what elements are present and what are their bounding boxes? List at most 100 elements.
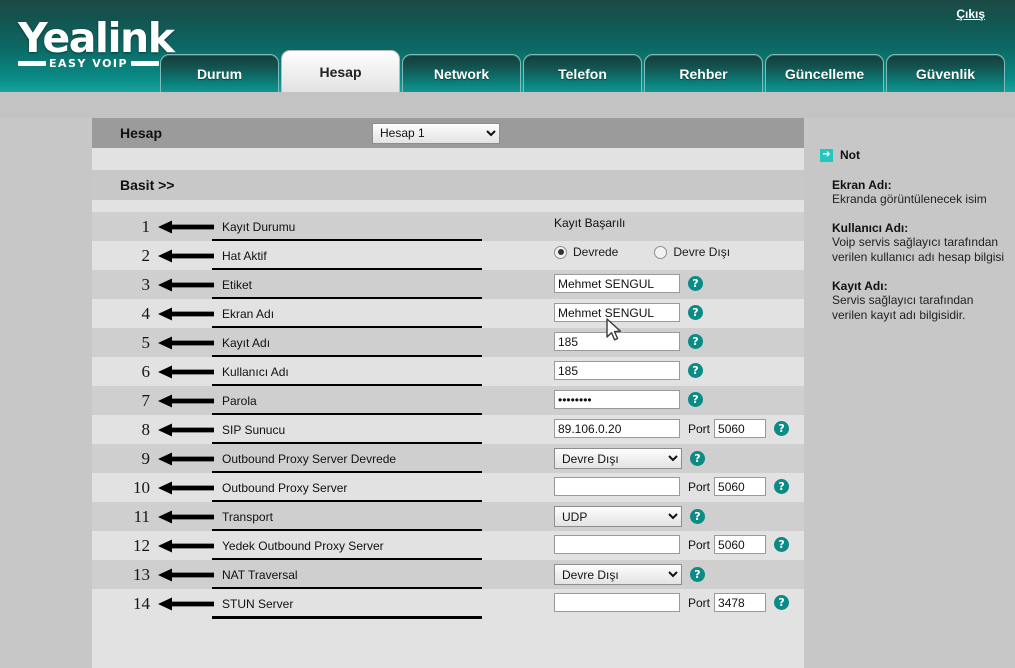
row-number: 4	[141, 303, 151, 323]
note-term: Ekran Adı:	[832, 178, 892, 192]
help-icon[interactable]: ?	[690, 451, 705, 466]
row-text-input[interactable]	[554, 477, 680, 496]
tab-telefon[interactable]: Telefon	[523, 54, 642, 92]
row-text-input[interactable]	[554, 419, 680, 438]
help-icon[interactable]: ?	[774, 479, 790, 494]
row-select[interactable]: Devre DışıDevrede	[554, 448, 682, 469]
row-arrow-annotation	[150, 270, 220, 299]
row-arrow-annotation	[150, 241, 220, 270]
pointer-arrow-icon	[158, 394, 214, 408]
row-number: 10	[133, 477, 150, 497]
logo-tagline: EASY VOIP	[49, 57, 129, 70]
note-header: ➜ Not	[820, 148, 1005, 162]
port-input[interactable]	[714, 419, 767, 438]
row-number: 1	[141, 216, 151, 236]
pointer-arrow-icon	[158, 336, 214, 350]
logout-link[interactable]: Çıkış	[956, 7, 985, 21]
row-text-input[interactable]	[554, 274, 680, 293]
row-arrow-annotation	[150, 415, 220, 444]
pointer-arrow-icon	[158, 249, 214, 263]
tab-rehber[interactable]: Rehber	[644, 54, 763, 92]
note-entries: Ekran Adı: Ekranda görüntülenecek isim Kul…	[820, 178, 1005, 323]
radio-indicator	[554, 245, 567, 259]
help-icon[interactable]: ?	[688, 363, 703, 378]
logo-bar-left	[18, 61, 46, 66]
row-number: 12	[133, 535, 150, 555]
tab-g-ncelleme[interactable]: Güncelleme	[765, 54, 884, 92]
basic-section-row[interactable]: Basit >>	[92, 170, 804, 200]
settings-row-list: 1 Kayıt Durumu Kayıt Başarılı 2 Hat Aktif Dev…	[92, 212, 804, 619]
help-icon[interactable]: ?	[688, 334, 703, 349]
registration-status-value: Kayıt Başarılı	[554, 216, 626, 230]
help-icon[interactable]: ?	[690, 509, 705, 524]
row-arrow-annotation	[150, 502, 220, 531]
row-arrow-annotation	[150, 589, 220, 618]
row-control-group: Kayıt Başarılı	[554, 216, 625, 230]
row-text-input[interactable]	[554, 593, 680, 612]
settings-row: 1 Kayıt Durumu Kayıt Başarılı	[92, 212, 804, 242]
note-title: Not	[840, 148, 860, 162]
tab-durum[interactable]: Durum	[160, 54, 279, 92]
row-number: 5	[141, 332, 151, 352]
header-underbar	[0, 92, 1015, 118]
row-arrow-annotation	[150, 473, 220, 502]
help-icon[interactable]: ?	[690, 567, 705, 582]
port-input[interactable]	[714, 593, 767, 612]
port-input[interactable]	[714, 477, 767, 496]
row-select[interactable]: UDPTCPTLS	[554, 506, 682, 527]
row-control-group: Port?	[554, 477, 790, 496]
row-label: STUN Server	[222, 596, 294, 611]
row-underline-annotation	[212, 616, 482, 619]
settings-row: 8 SIP Sunucu Port?	[92, 415, 804, 445]
row-select[interactable]: Devre DışıSTUN	[554, 564, 682, 585]
row-arrow-annotation	[150, 299, 220, 328]
page-body: Hesap Hesap 1Hesap 2Hesap 3 Basit >> 1 Ka…	[0, 118, 1015, 668]
tab-network[interactable]: Network	[402, 54, 521, 92]
basic-section-label: Basit >>	[120, 177, 175, 193]
note-sidebar: ➜ Not Ekran Adı: Ekranda görüntülenecek i…	[812, 118, 1015, 668]
tab-g-venlik[interactable]: Güvenlik	[886, 54, 1005, 92]
row-arrow-annotation	[150, 560, 220, 589]
radio-option-enabled[interactable]: Devrede	[554, 245, 618, 259]
row-label: Etiket	[222, 277, 253, 292]
settings-row: 5 Kayıt Adı?	[92, 328, 804, 358]
help-icon[interactable]: ?	[688, 276, 703, 291]
arrow-right-icon: ➜	[820, 148, 833, 162]
pointer-arrow-icon	[158, 365, 214, 379]
row-arrow-annotation	[150, 212, 220, 241]
row-control-group: Devre DışıSTUN?	[554, 564, 705, 585]
tab-hesap[interactable]: Hesap	[281, 50, 400, 92]
app-header: Yealink EASY VOIP Çıkış Durum Hesap Networ…	[0, 0, 1015, 92]
row-text-input[interactable]	[554, 535, 680, 554]
row-control-group: ?	[554, 303, 703, 322]
row-number: 2	[141, 245, 151, 265]
row-text-input[interactable]	[554, 390, 680, 409]
port-label: Port	[688, 537, 711, 552]
row-control-group: UDPTCPTLS?	[554, 506, 705, 527]
port-input[interactable]	[714, 535, 767, 554]
row-label: Transport	[222, 509, 273, 524]
row-control-group: Port?	[554, 419, 790, 438]
help-icon[interactable]: ?	[774, 421, 790, 436]
help-icon[interactable]: ?	[774, 595, 790, 610]
row-control-group: Devre DışıDevrede?	[554, 448, 705, 469]
radio-option-disabled[interactable]: Devre Dışı	[654, 245, 730, 259]
account-header-label: Hesap	[120, 125, 163, 141]
row-control-group: Port?	[554, 535, 790, 554]
row-label: SIP Sunucu	[222, 422, 286, 437]
help-icon[interactable]: ?	[688, 305, 703, 320]
logo-wordmark: Yealink	[18, 14, 175, 62]
row-label: Outbound Proxy Server	[222, 480, 348, 495]
row-label: Ekran Adı	[222, 306, 275, 321]
main-tab-bar: Durum Hesap Network Telefon Rehber Güncelleme…	[160, 50, 1005, 92]
spacer-2	[92, 200, 804, 212]
note-description: Voip servis sağlayıcı tarafından verilen…	[832, 235, 1005, 264]
row-number: 3	[141, 274, 151, 294]
help-icon[interactable]: ?	[688, 392, 703, 407]
row-text-input[interactable]	[554, 361, 680, 380]
help-icon[interactable]: ?	[774, 537, 790, 552]
account-select[interactable]: Hesap 1Hesap 2Hesap 3	[372, 122, 500, 144]
settings-row: 10 Outbound Proxy Server Port?	[92, 473, 804, 503]
pointer-arrow-icon	[158, 568, 214, 582]
radio-label: Devre Dışı	[673, 245, 731, 259]
